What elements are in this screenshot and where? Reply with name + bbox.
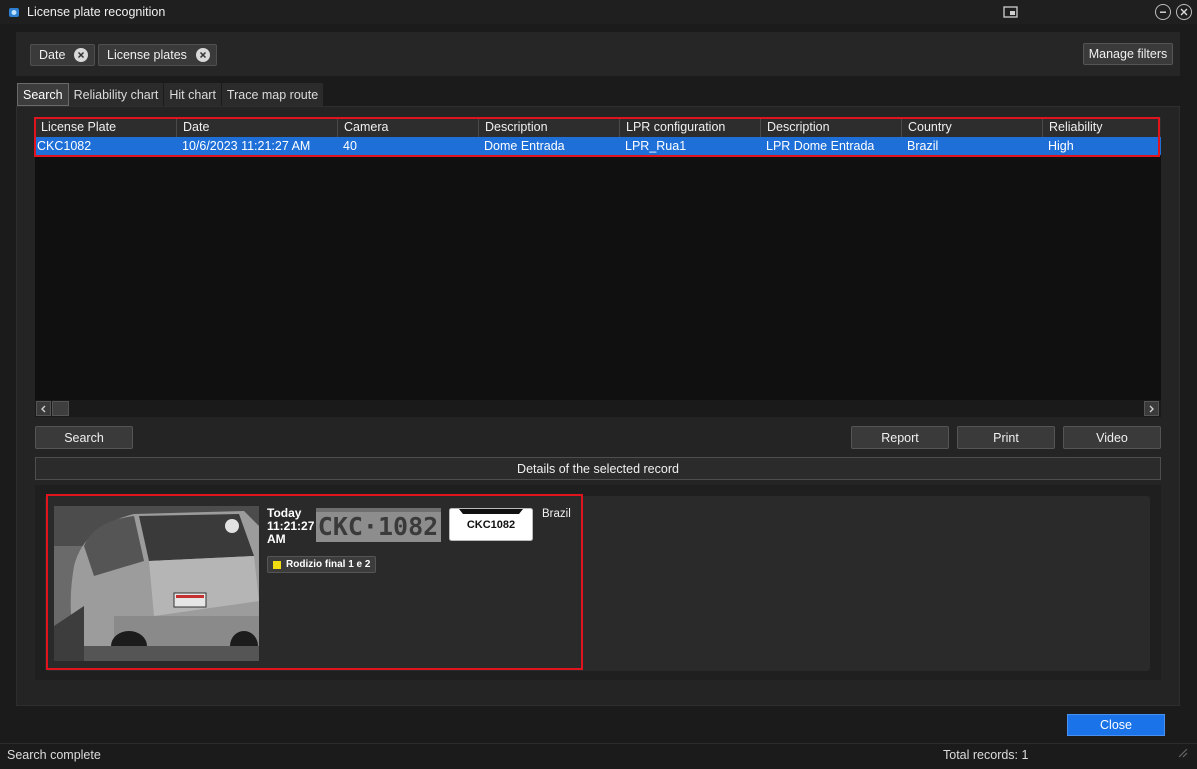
scroll-thumb[interactable]	[52, 401, 69, 416]
horizontal-scrollbar[interactable]	[35, 400, 1161, 417]
search-button[interactable]: Search	[35, 426, 133, 449]
remove-filter-icon[interactable]	[195, 48, 210, 62]
close-window-button[interactable]	[1176, 4, 1192, 20]
filter-chip-license-plates[interactable]: License plates	[98, 44, 217, 66]
video-button[interactable]: Video	[1063, 426, 1161, 449]
status-text: Search complete	[7, 748, 101, 762]
cell-description: Dome Entrada	[484, 139, 565, 153]
cell-reliability: High	[1048, 139, 1074, 153]
manage-filters-button[interactable]: Manage filters	[1083, 43, 1173, 65]
scroll-right-icon[interactable]	[1144, 401, 1159, 416]
tab-search[interactable]: Search	[17, 83, 69, 106]
close-button[interactable]: Close	[1067, 714, 1165, 736]
remove-filter-icon[interactable]	[74, 48, 89, 62]
close-icon	[1180, 8, 1188, 16]
camera-app-icon	[9, 8, 19, 17]
cell-camera: 40	[343, 139, 357, 153]
cell-country: Brazil	[907, 139, 939, 153]
column-header[interactable]: Date	[177, 117, 338, 137]
filter-chip-label: Date	[39, 48, 66, 62]
table-header: License Plate Date Camera Description LP…	[35, 117, 1161, 137]
filter-chip-label: License plates	[107, 48, 187, 62]
cell-license-plate: CKC1082	[37, 139, 92, 153]
column-header[interactable]: Description	[479, 117, 620, 137]
tab-hit-chart[interactable]: Hit chart	[164, 83, 222, 106]
report-button[interactable]: Report	[851, 426, 949, 449]
cell-lpr-description: LPR Dome Entrada	[766, 139, 875, 153]
column-header[interactable]: Description	[761, 117, 902, 137]
tab-trace-map-route[interactable]: Trace map route	[221, 83, 325, 106]
results-table: License Plate Date Camera Description LP…	[35, 117, 1161, 417]
column-header[interactable]: License Plate	[35, 117, 177, 137]
scroll-left-icon[interactable]	[36, 401, 51, 416]
window-title: License plate recognition	[27, 5, 166, 19]
column-header[interactable]: Camera	[338, 117, 479, 137]
tab-reliability-chart[interactable]: Reliability chart	[68, 83, 165, 106]
table-row[interactable]: CKC1082 10/6/2023 11:21:27 AM 40 Dome En…	[35, 137, 1161, 155]
filter-bar: Date License plates Manage filters	[16, 32, 1180, 76]
resize-grip-icon[interactable]	[1177, 747, 1189, 759]
print-button[interactable]: Print	[957, 426, 1055, 449]
cell-date: 10/6/2023 11:21:27 AM	[182, 139, 311, 153]
window-controls	[1155, 0, 1197, 24]
status-bar: Search complete Total records: 1	[0, 743, 1197, 765]
cell-lpr-configuration: LPR_Rua1	[625, 139, 687, 153]
minimize-button[interactable]	[1155, 4, 1171, 20]
tab-bar: Search Reliability chart Hit chart Trace…	[17, 83, 325, 106]
column-header[interactable]: Reliability	[1043, 117, 1161, 137]
filter-chip-date[interactable]: Date	[30, 44, 96, 66]
details-highlight-box	[46, 494, 583, 670]
column-header[interactable]: Country	[902, 117, 1043, 137]
minimize-icon	[1160, 11, 1166, 13]
total-records: Total records: 1	[943, 748, 1029, 762]
column-header[interactable]: LPR configuration	[620, 117, 761, 137]
detach-window-icon[interactable]	[1003, 6, 1019, 19]
details-header: Details of the selected record	[35, 457, 1161, 480]
